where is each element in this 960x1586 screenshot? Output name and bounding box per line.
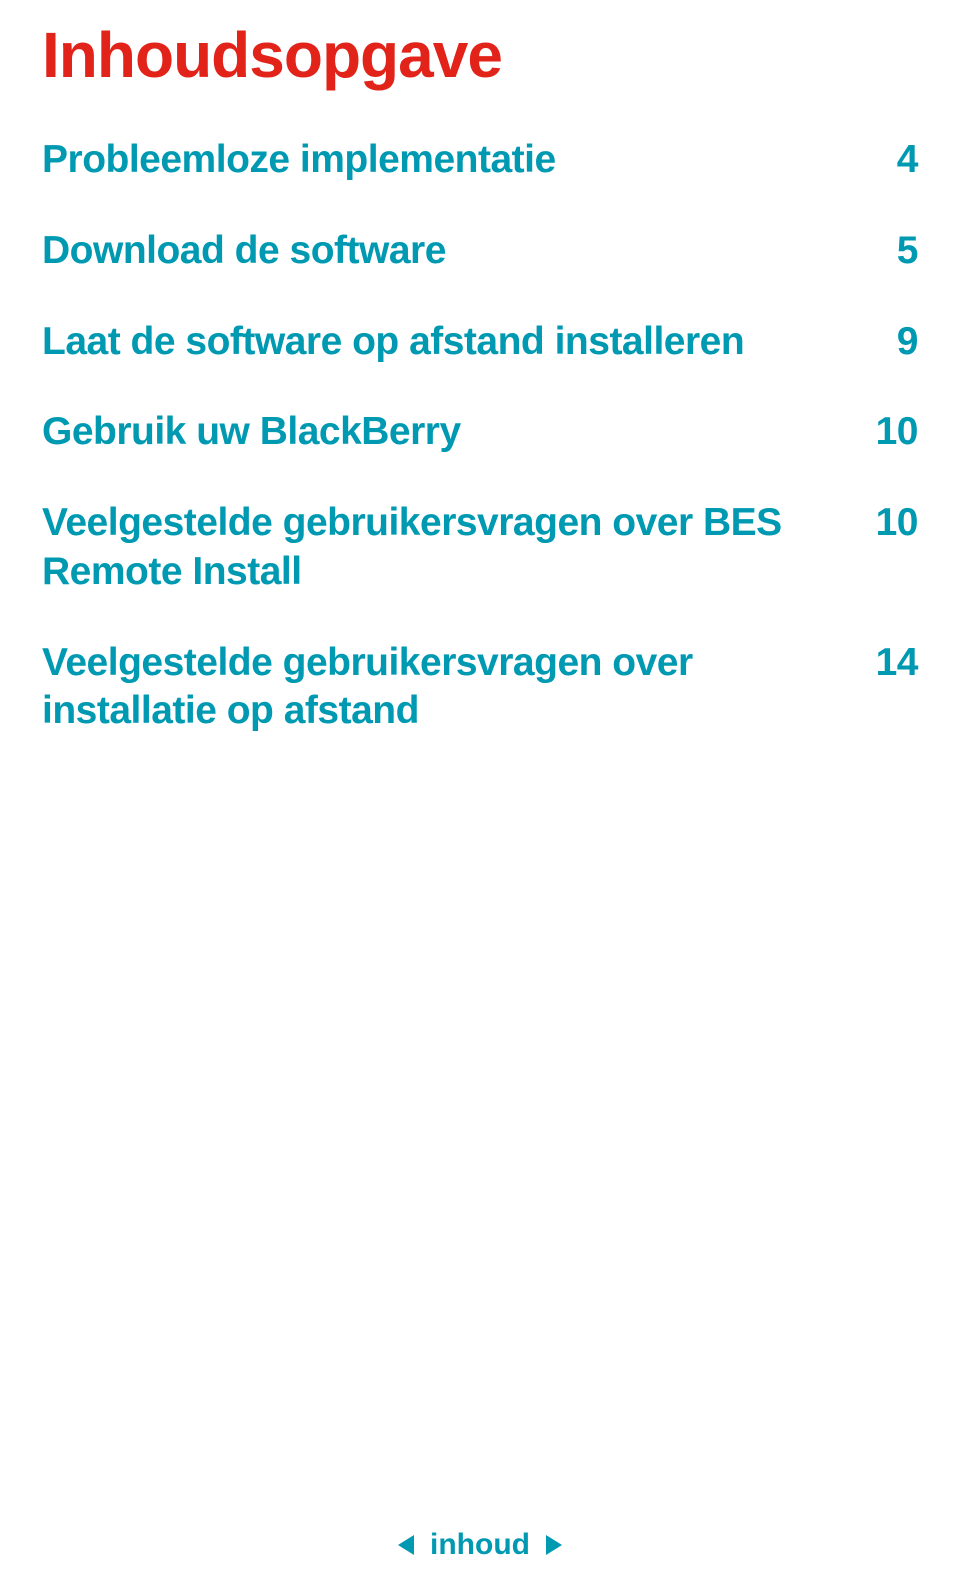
toc-entry[interactable]: Probleemloze implementatie 4 (42, 136, 918, 185)
toc-entry[interactable]: Veelgestelde gebruikersvragen over BES R… (42, 499, 918, 597)
toc-label: Probleemloze implementatie (42, 136, 858, 185)
toc-page-number: 10 (858, 408, 918, 457)
toc-label: Veelgestelde gebruikersvragen over BES R… (42, 499, 858, 597)
toc-entry[interactable]: Laat de software op afstand installeren … (42, 318, 918, 367)
toc-page-number: 9 (858, 318, 918, 367)
toc-page-number: 14 (858, 639, 918, 688)
arrow-left-icon[interactable] (396, 1533, 416, 1557)
toc-entry[interactable]: Download de software 5 (42, 227, 918, 276)
toc-label: Download de software (42, 227, 858, 276)
toc-label: Veelgestelde gebruikersvragen over insta… (42, 639, 858, 737)
footer-label[interactable]: inhoud (430, 1528, 530, 1562)
toc-label: Laat de software op afstand installeren (42, 318, 858, 367)
table-of-contents: Probleemloze implementatie 4 Download de… (42, 136, 918, 736)
toc-page-number: 4 (858, 136, 918, 185)
toc-page-number: 5 (858, 227, 918, 276)
toc-entry[interactable]: Veelgestelde gebruikersvragen over insta… (42, 639, 918, 737)
page-title: Inhoudsopgave (42, 18, 918, 92)
toc-page-number: 10 (858, 499, 918, 548)
toc-label: Gebruik uw BlackBerry (42, 408, 858, 457)
document-page: Inhoudsopgave Probleemloze implementatie… (0, 0, 960, 1586)
toc-entry[interactable]: Gebruik uw BlackBerry 10 (42, 408, 918, 457)
page-footer-nav: inhoud (0, 1528, 960, 1562)
arrow-right-icon[interactable] (544, 1533, 564, 1557)
